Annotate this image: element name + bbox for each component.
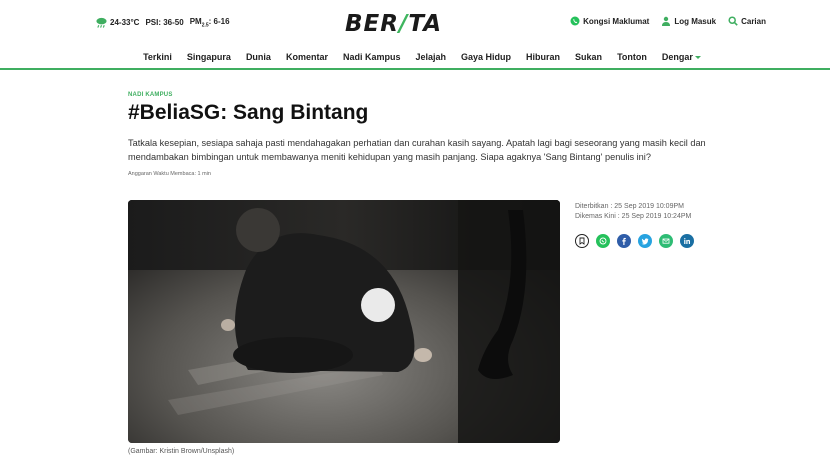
top-bar: 24-33°C PSI: 36-50 PM2.5: 6-16 BER/TA Ko… — [0, 0, 830, 46]
site-logo[interactable]: BER/TA — [345, 11, 442, 37]
email-icon — [662, 238, 670, 244]
updated-date: Dikemas Kini : 25 Sep 2019 10:24PM — [575, 213, 692, 220]
child-on-carpet-image — [128, 200, 560, 443]
nav-item-jelajah[interactable]: Jelajah — [415, 52, 446, 62]
chevron-down-icon — [694, 56, 701, 60]
whatsapp-icon — [599, 237, 607, 245]
linkedin-share-button[interactable] — [680, 234, 694, 248]
facebook-share-button[interactable] — [617, 234, 631, 248]
search-label: Carian — [741, 16, 766, 26]
article-lede: Tatkala kesepian, sesiapa sahaja pasti m… — [128, 138, 706, 162]
photo-caption: (Gambar: Kristin Brown/Unsplash) — [128, 448, 235, 455]
facebook-icon — [622, 237, 626, 245]
nav-item-komentar[interactable]: Komentar — [286, 52, 328, 62]
share-news-button[interactable]: Kongsi Maklumat — [570, 16, 649, 26]
whatsapp-icon — [570, 16, 580, 26]
share-news-label: Kongsi Maklumat — [583, 16, 650, 26]
top-links: Kongsi Maklumat Log Masuk Carian — [558, 16, 766, 26]
search-button[interactable]: Carian — [728, 16, 766, 26]
nav-item-gaya-hidup[interactable]: Gaya Hidup — [461, 52, 511, 62]
twitter-share-button[interactable] — [638, 234, 652, 248]
pm25-reading: PM2.5: 6-16 — [189, 17, 230, 29]
search-icon — [728, 16, 738, 26]
published-date: Diterbitkan : 25 Sep 2019 10:09PM — [575, 203, 684, 210]
bookmark-button[interactable] — [575, 234, 589, 248]
user-icon — [662, 16, 671, 26]
login-button[interactable]: Log Masuk — [661, 16, 716, 26]
article-title: #BeliaSG: Sang Bintang — [128, 101, 369, 124]
rain-cloud-icon — [96, 18, 107, 29]
temperature: 24-33°C — [110, 18, 140, 28]
twitter-icon — [641, 238, 649, 245]
email-share-button[interactable] — [659, 234, 673, 248]
share-buttons — [575, 234, 701, 248]
nav-item-dunia[interactable]: Dunia — [246, 52, 271, 62]
section-tag[interactable]: NADI KAMPUS — [128, 92, 173, 98]
article-photo — [128, 200, 560, 443]
article-meta: Diterbitkan : 25 Sep 2019 10:09PM Dikema… — [575, 202, 691, 222]
weather-info: 24-33°C PSI: 36-50 PM2.5: 6-16 — [95, 17, 236, 29]
nav-item-terkini[interactable]: Terkini — [143, 52, 172, 62]
login-label: Log Masuk — [674, 16, 717, 26]
psi-reading: PSI: 36-50 — [145, 18, 184, 28]
whatsapp-share-button[interactable] — [596, 234, 610, 248]
nav-item-dengar[interactable]: Dengar — [662, 52, 701, 62]
nav-item-hiburan[interactable]: Hiburan — [526, 52, 560, 62]
linkedin-icon — [684, 238, 690, 244]
read-time: Anggaran Waktu Membaca: 1 min — [128, 171, 211, 177]
main-nav: Terkini Singapura Dunia Komentar Nadi Ka… — [0, 46, 830, 70]
nav-item-singapura[interactable]: Singapura — [187, 52, 231, 62]
nav-item-sukan[interactable]: Sukan — [575, 52, 602, 62]
nav-item-nadi-kampus[interactable]: Nadi Kampus — [343, 52, 401, 62]
bookmark-icon — [579, 237, 585, 245]
nav-item-tonton[interactable]: Tonton — [617, 52, 647, 62]
